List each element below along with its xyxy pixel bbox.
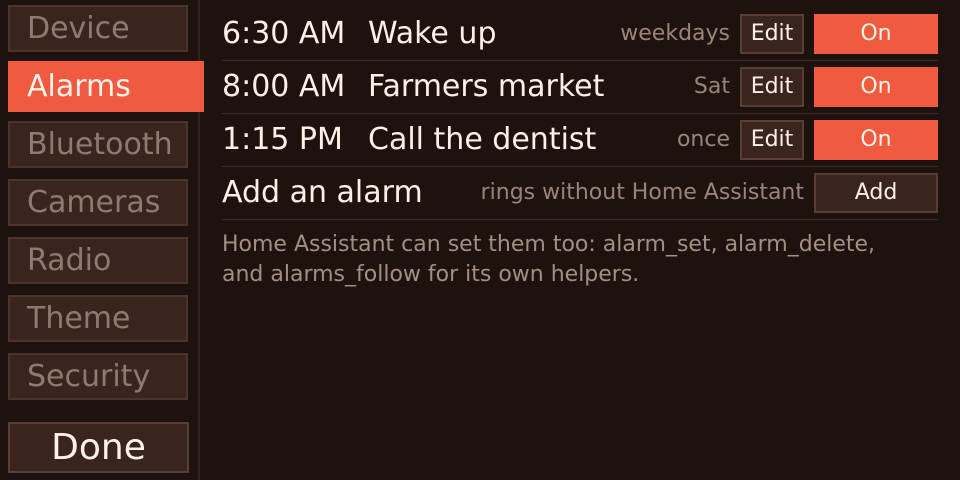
sidebar-item-label: Bluetooth: [27, 127, 173, 162]
alarm-row: 1:15 PM Call the dentist once Edit On: [222, 114, 938, 167]
sidebar-item-theme[interactable]: Theme: [8, 295, 188, 342]
settings-screen: Device Alarms Bluetooth Cameras Radio Th…: [0, 0, 960, 480]
alarm-time: 1:15 PM: [222, 122, 343, 157]
sidebar-item-bluetooth[interactable]: Bluetooth: [8, 121, 188, 168]
home-assistant-info: Home Assistant can set them too: alarm_s…: [222, 230, 938, 290]
sidebar-item-label: Cameras: [27, 185, 161, 220]
sidebar-item-alarms[interactable]: Alarms: [8, 61, 204, 112]
add-alarm-row: Add an alarm rings without Home Assistan…: [222, 167, 938, 220]
alarm-row: 8:00 AM Farmers market Sat Edit On: [222, 61, 938, 114]
add-alarm-button[interactable]: Add: [814, 173, 938, 213]
sidebar-item-cameras[interactable]: Cameras: [8, 179, 188, 226]
alarm-name: Call the dentist: [368, 122, 597, 157]
alarm-name: Wake up: [368, 16, 497, 51]
sidebar-item-label: Radio: [27, 243, 112, 278]
alarm-name: Farmers market: [368, 69, 605, 104]
alarm-toggle-button[interactable]: On: [814, 14, 938, 54]
alarm-toggle-button[interactable]: On: [814, 67, 938, 107]
alarm-repeat: weekdays: [620, 21, 730, 46]
sidebar-item-label: Theme: [27, 301, 131, 336]
alarm-repeat: once: [676, 127, 730, 152]
sidebar-item-label: Security: [27, 359, 151, 394]
info-line: and alarms_follow for its own helpers.: [222, 262, 640, 287]
alarm-time: 8:00 AM: [222, 69, 346, 104]
sidebar-item-label: Alarms: [27, 69, 131, 104]
add-alarm-title: Add an alarm: [222, 175, 423, 210]
alarm-repeat: Sat: [693, 74, 730, 99]
sidebar-item-device[interactable]: Device: [8, 5, 188, 52]
edit-alarm-button[interactable]: Edit: [740, 14, 804, 54]
edit-alarm-button[interactable]: Edit: [740, 120, 804, 160]
sidebar-item-radio[interactable]: Radio: [8, 237, 188, 284]
alarm-time: 6:30 AM: [222, 16, 346, 51]
settings-sidebar: Device Alarms Bluetooth Cameras Radio Th…: [0, 0, 204, 480]
edit-alarm-button[interactable]: Edit: [740, 67, 804, 107]
alarm-row: 6:30 AM Wake up weekdays Edit On: [222, 8, 938, 61]
add-alarm-hint: rings without Home Assistant: [480, 180, 804, 205]
info-line: Home Assistant can set them too: alarm_s…: [222, 232, 876, 257]
sidebar-item-label: Device: [27, 11, 130, 46]
sidebar-item-security[interactable]: Security: [8, 353, 188, 400]
alarms-panel: 6:30 AM Wake up weekdays Edit On 8:00 AM…: [222, 8, 938, 287]
alarm-toggle-button[interactable]: On: [814, 120, 938, 160]
done-button[interactable]: Done: [8, 422, 189, 473]
